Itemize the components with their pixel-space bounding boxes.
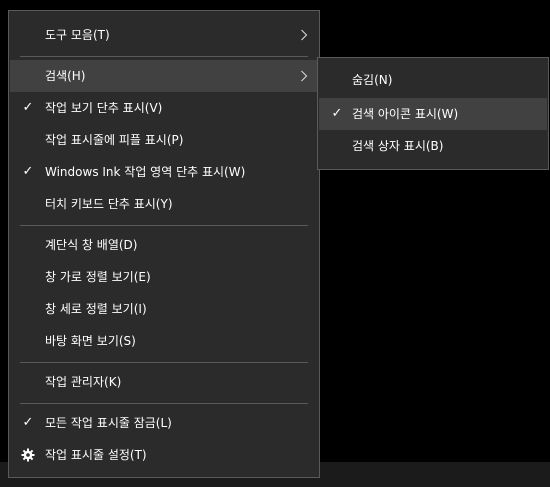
checkmark-icon: ✓: [22, 100, 34, 115]
search-submenu: 숨김(N) ✓ 검색 아이콘 표시(W) 검색 상자 표시(B): [317, 57, 549, 170]
menu-item-label: 도구 모음(T): [45, 28, 110, 42]
menu-item-search[interactable]: 검색(H): [10, 60, 318, 92]
chevron-right-icon: [301, 29, 308, 41]
menu-item-show-task-view-button[interactable]: ✓ 작업 보기 단추 표시(V): [10, 92, 318, 124]
submenu-item-show-search-icon[interactable]: ✓ 검색 아이콘 표시(W): [319, 98, 547, 130]
checkmark-icon: ✓: [22, 164, 34, 179]
menu-item-show-touch-keyboard[interactable]: 터치 키보드 단추 표시(Y): [10, 188, 318, 220]
submenu-item-show-search-box[interactable]: 검색 상자 표시(B): [319, 130, 547, 162]
menu-item-label: 검색 아이콘 표시(W): [352, 107, 459, 121]
menu-item-label: 계단식 창 배열(D): [45, 238, 138, 252]
menu-item-label: 작업 보기 단추 표시(V): [45, 101, 163, 115]
menu-item-toolbars[interactable]: 도구 모음(T): [10, 19, 318, 51]
menu-item-show-windows-ink[interactable]: ✓ Windows Ink 작업 영역 단추 표시(W): [10, 156, 318, 188]
menu-item-label: Windows Ink 작업 영역 단추 표시(W): [45, 165, 246, 179]
menu-item-label: 터치 키보드 단추 표시(Y): [45, 197, 173, 211]
taskbar-context-menu: 도구 모음(T) 검색(H) ✓ 작업 보기 단추 표시(V) 작업 표시줄에 …: [8, 10, 320, 478]
checkmark-icon: ✓: [331, 106, 343, 121]
menu-item-label: 바탕 화면 보기(S): [45, 334, 136, 348]
menu-separator: [20, 225, 308, 226]
menu-item-label: 작업 표시줄 설정(T): [45, 448, 147, 462]
menu-separator: [20, 56, 308, 57]
menu-item-task-manager[interactable]: 작업 관리자(K): [10, 366, 318, 398]
gear-icon: [21, 448, 35, 462]
menu-item-label: 모든 작업 표시줄 잠금(L): [45, 416, 172, 430]
menu-item-cascade-windows[interactable]: 계단식 창 배열(D): [10, 229, 318, 261]
chevron-right-icon: [301, 70, 308, 82]
menu-item-label: 숨김(N): [352, 73, 393, 87]
menu-item-label: 작업 표시줄에 피플 표시(P): [45, 133, 184, 147]
menu-item-stacked-windows[interactable]: 창 가로 정렬 보기(E): [10, 261, 318, 293]
menu-separator: [20, 362, 308, 363]
menu-item-label: 작업 관리자(K): [45, 375, 122, 389]
menu-item-label: 창 세로 정렬 보기(I): [45, 302, 147, 316]
menu-item-side-by-side-windows[interactable]: 창 세로 정렬 보기(I): [10, 293, 318, 325]
menu-item-label: 검색(H): [45, 69, 86, 83]
menu-item-label: 창 가로 정렬 보기(E): [45, 270, 151, 284]
menu-item-show-desktop[interactable]: 바탕 화면 보기(S): [10, 325, 318, 357]
submenu-item-hidden[interactable]: 숨김(N): [319, 64, 547, 96]
menu-item-show-people[interactable]: 작업 표시줄에 피플 표시(P): [10, 124, 318, 156]
checkmark-icon: ✓: [22, 415, 34, 430]
menu-item-label: 검색 상자 표시(B): [352, 139, 444, 153]
menu-item-lock-taskbar[interactable]: ✓ 모든 작업 표시줄 잠금(L): [10, 407, 318, 439]
menu-item-taskbar-settings[interactable]: 작업 표시줄 설정(T): [10, 439, 318, 471]
menu-separator: [20, 403, 308, 404]
